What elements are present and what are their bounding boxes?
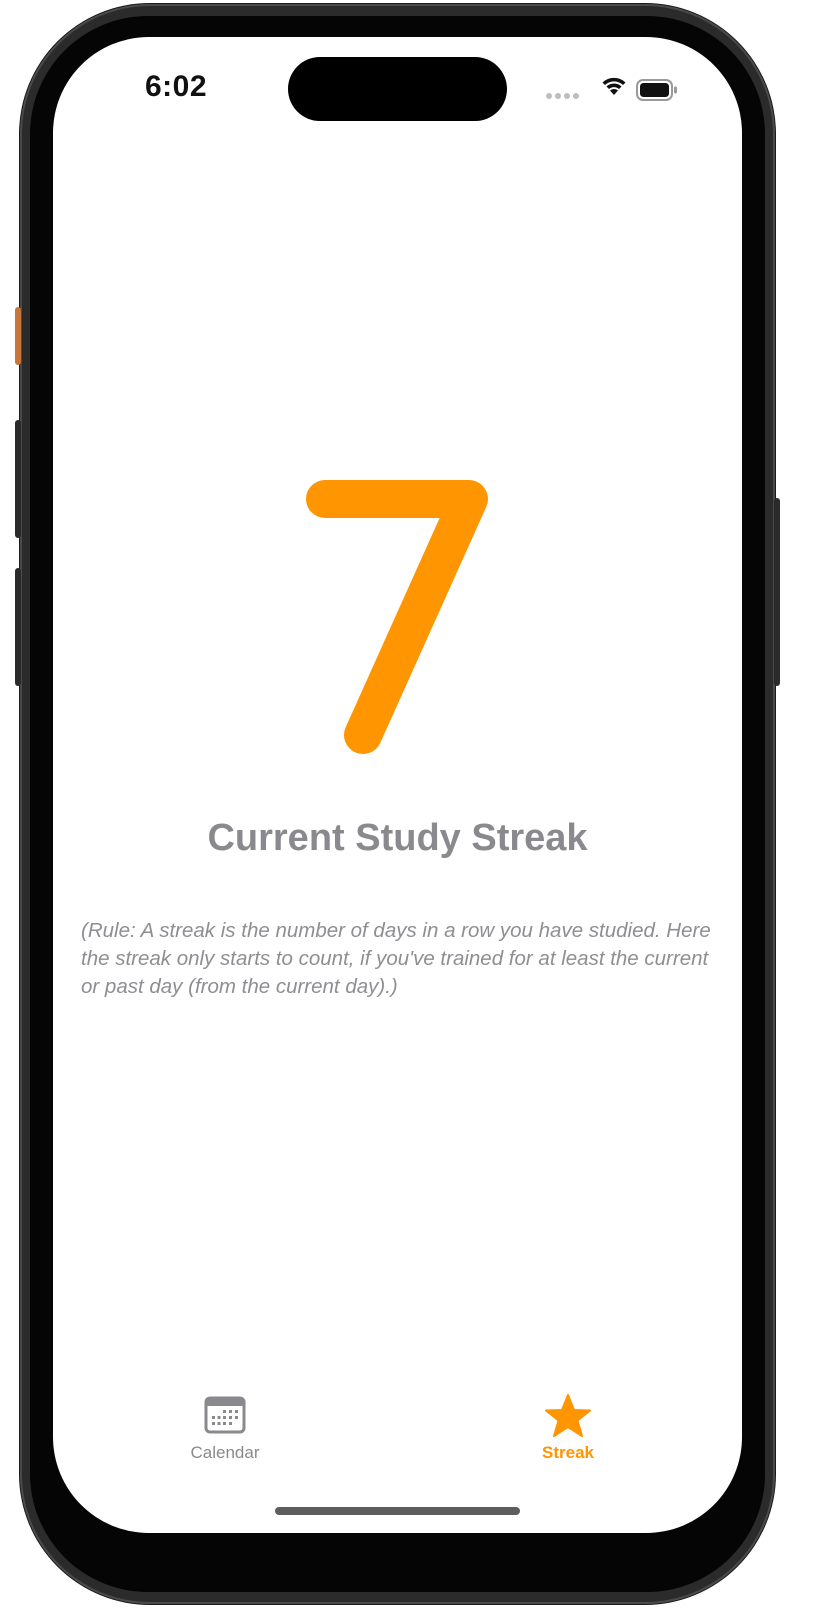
calendar-icon: [204, 1396, 246, 1434]
dynamic-island: [288, 57, 507, 121]
wifi-icon: [602, 77, 626, 95]
battery-icon: [636, 79, 677, 101]
volume-up-button: [15, 420, 21, 538]
app-screen: 6:02 7 Current Study Streak (Rule: A str…: [53, 37, 742, 1533]
streak-count-digit: [306, 480, 488, 754]
star-icon: [545, 1394, 591, 1437]
tab-bar: Calendar Streak: [53, 1377, 742, 1477]
cellular-signal-icon: [546, 93, 579, 99]
tab-streak[interactable]: Streak: [493, 1393, 643, 1473]
tab-calendar-label: Calendar: [190, 1443, 260, 1462]
tab-streak-label: Streak: [542, 1443, 594, 1462]
action-button: [15, 307, 21, 365]
home-indicator[interactable]: [275, 1507, 520, 1515]
status-time: 6:02: [145, 70, 208, 103]
power-button: [774, 498, 780, 686]
volume-down-button: [15, 568, 21, 686]
streak-rule-text: (Rule: A streak is the number of days in…: [81, 919, 711, 998]
status-indicators: [546, 75, 686, 103]
streak-title: Current Study Streak: [207, 817, 588, 859]
tab-calendar[interactable]: Calendar: [150, 1393, 300, 1473]
streak-count: 7: [53, 437, 742, 767]
